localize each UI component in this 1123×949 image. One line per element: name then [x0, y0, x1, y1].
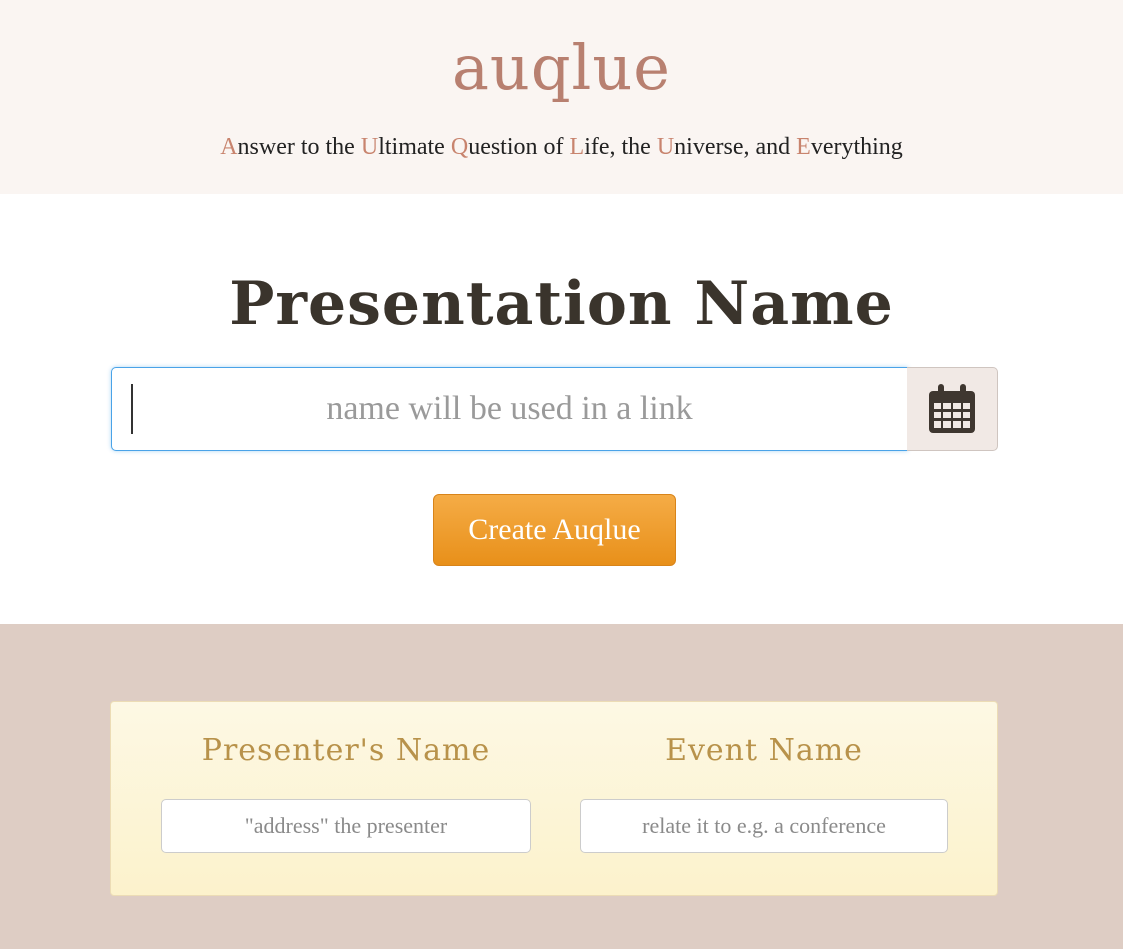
tagline-initial: U — [360, 134, 379, 160]
tagline-text: verything — [810, 134, 903, 160]
create-auqlue-button[interactable]: Create Auqlue — [433, 494, 676, 566]
tagline: Answer to the Ultimate Question of Life,… — [0, 132, 1123, 162]
details-panel: Presenter's Name Event Name — [110, 701, 998, 896]
logo[interactable]: auqlue — [0, 28, 1123, 108]
tagline-initial: A — [220, 134, 238, 160]
tagline-initial: E — [796, 134, 811, 160]
details-section: Presenter's Name Event Name — [0, 624, 1123, 949]
calendar-button[interactable] — [907, 367, 998, 451]
event-name-input[interactable] — [580, 799, 948, 853]
calendar-icon — [929, 384, 975, 433]
tagline-text: uestion of — [468, 134, 570, 160]
tagline-text: niverse, and — [674, 134, 797, 160]
header: auqlue Answer to the Ultimate Question o… — [0, 0, 1123, 194]
presenter-name-label: Presenter's Name — [201, 733, 491, 768]
tagline-text: ife, the — [584, 134, 657, 160]
tagline-initial: L — [569, 134, 585, 160]
main-section: Presentation Name Create Auqlue — [0, 194, 1123, 624]
text-caret — [131, 384, 133, 434]
event-name-label: Event Name — [665, 733, 863, 768]
presenter-name-input[interactable] — [161, 799, 531, 853]
page-title: Presentation Name — [229, 269, 894, 339]
tagline-initial: Q — [450, 134, 469, 160]
tagline-initial: U — [656, 134, 675, 160]
tagline-text: nswer to the — [237, 134, 361, 160]
tagline-text: ltimate — [378, 134, 451, 160]
presentation-name-input[interactable] — [111, 367, 908, 451]
